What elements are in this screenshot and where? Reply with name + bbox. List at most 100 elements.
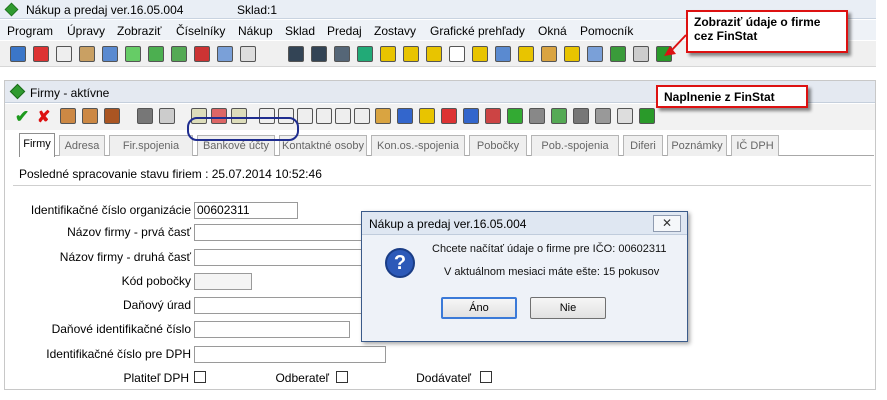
name2-field[interactable] [194, 249, 362, 266]
link-icon[interactable] [507, 108, 523, 124]
dic-field[interactable] [194, 321, 350, 338]
menu-zobrazit[interactable]: Zobraziť [117, 24, 162, 38]
printer2-icon[interactable] [573, 108, 589, 124]
open-icon[interactable] [10, 46, 26, 62]
finstat-confirm-dialog: Nákup a predaj ver.16.05.004 ✕ ? Chcete … [361, 211, 688, 342]
mail-icon[interactable] [56, 46, 72, 62]
menu-predaj[interactable]: Predaj [327, 24, 362, 38]
menu-pomocnik[interactable]: Pomocník [580, 24, 633, 38]
tab-diferi[interactable]: Diferi [623, 135, 663, 156]
tab-poznamky[interactable]: Poznámky [667, 135, 727, 156]
tab-kon-os-spojenia[interactable]: Kon.os.-spojenia [371, 135, 465, 156]
split-icon[interactable] [529, 108, 545, 124]
next-record-icon[interactable] [316, 108, 332, 124]
yes-button[interactable]: Áno [441, 297, 517, 319]
tab-fir-spojenia[interactable]: Fir.spojenia [109, 135, 193, 156]
note-icon[interactable] [419, 108, 435, 124]
ico-label: Identifikačné číslo organizácie [30, 203, 191, 217]
callout-finstat-fill-text: Naplnenie z FinStat [664, 90, 775, 104]
export2-icon[interactable] [426, 46, 442, 62]
customer-checkbox[interactable] [336, 371, 348, 383]
export-icon[interactable] [403, 46, 419, 62]
edit-icon[interactable] [633, 46, 649, 62]
menu-okna[interactable]: Okná [538, 24, 567, 38]
menu-program[interactable]: Program [7, 24, 53, 38]
folder-icon[interactable] [472, 46, 488, 62]
ico-field[interactable]: 00602311 [194, 202, 298, 219]
icdph-field[interactable] [194, 346, 386, 363]
confirm-icon[interactable]: ✔ [15, 107, 29, 127]
globe-icon[interactable] [148, 46, 164, 62]
list-icon[interactable] [311, 46, 327, 62]
building-icon[interactable] [587, 46, 603, 62]
calculator-icon[interactable] [217, 46, 233, 62]
question-icon: ? [385, 248, 415, 278]
tab-adresa[interactable]: Adresa [59, 135, 105, 156]
house-icon[interactable] [541, 46, 557, 62]
lightbulb-icon[interactable] [564, 46, 580, 62]
contacts-icon[interactable] [79, 46, 95, 62]
store-indicator: Sklad:1 [237, 3, 278, 17]
menu-ciselniky[interactable]: Číselníky [176, 24, 225, 38]
icdph-label: Identifikačné číslo pre DPH [46, 347, 191, 361]
menu-zostavy[interactable]: Zostavy [374, 24, 416, 38]
report-icon[interactable] [357, 46, 373, 62]
lock-icon[interactable] [33, 46, 49, 62]
dialog-close-icon[interactable]: ✕ [653, 215, 681, 232]
app-logo-icon [4, 2, 19, 17]
finstat-fill-icon[interactable] [639, 108, 655, 124]
settings-icon[interactable] [240, 46, 256, 62]
callout-finstat-fill: Naplnenie z FinStat [656, 85, 808, 108]
cancel-icon[interactable]: ✘ [37, 107, 50, 127]
menu-upravy[interactable]: Úpravy [67, 24, 105, 38]
tab-firmy[interactable]: Firmy [19, 133, 55, 157]
supplier-checkbox[interactable] [480, 371, 492, 383]
scan-icon[interactable] [595, 108, 611, 124]
name1-field[interactable] [194, 224, 362, 241]
shield-icon[interactable] [397, 108, 413, 124]
copy-icon[interactable] [60, 108, 76, 124]
tag-icon[interactable] [375, 108, 391, 124]
menu-sklad[interactable]: Sklad [285, 24, 315, 38]
record-tabs: Firmy Adresa Fir.spojenia Bankové účty K… [19, 133, 874, 157]
edit-note-icon[interactable] [617, 108, 633, 124]
dialog-titlebar: Nákup a predaj ver.16.05.004 ✕ [362, 212, 687, 235]
vat-payer-label: Platiteľ DPH [123, 371, 189, 385]
calendar-icon[interactable] [82, 108, 98, 124]
relation-icon[interactable] [485, 108, 501, 124]
tab-pobocky[interactable]: Pobočky [469, 135, 527, 156]
status-line: Posledné spracovanie stavu firiem : 25.0… [19, 167, 322, 181]
book-icon[interactable] [171, 46, 187, 62]
building2-icon[interactable] [610, 46, 626, 62]
tab-ic-dph[interactable]: IČ DPH [731, 135, 779, 156]
menu-graficke[interactable]: Grafické prehľady [430, 24, 525, 38]
last-record-icon[interactable] [354, 108, 370, 124]
preview-icon[interactable] [159, 108, 175, 124]
page-icon[interactable] [449, 46, 465, 62]
status-divider [13, 185, 871, 186]
home2-icon[interactable] [463, 108, 479, 124]
chart-icon[interactable] [495, 46, 511, 62]
table-icon[interactable] [125, 46, 141, 62]
card-icon[interactable] [334, 46, 350, 62]
web-icon[interactable] [551, 108, 567, 124]
tools-icon[interactable] [194, 46, 210, 62]
dialog-message-line2: V aktuálnom mesiaci máte ešte: 15 pokuso… [444, 266, 660, 278]
finstat-show-icon[interactable] [656, 46, 672, 62]
branch-field[interactable] [194, 273, 252, 290]
next-page-icon[interactable] [335, 108, 351, 124]
no-button[interactable]: Nie [530, 297, 606, 319]
grid-icon[interactable] [288, 46, 304, 62]
delete-icon[interactable] [104, 108, 120, 124]
open-folder-icon[interactable] [518, 46, 534, 62]
home-icon[interactable] [441, 108, 457, 124]
tax-office-field[interactable] [194, 297, 362, 314]
vat-payer-checkbox[interactable] [194, 371, 206, 383]
tab-pob-spojenia[interactable]: Pob.-spojenia [531, 135, 619, 156]
prev-record-icon[interactable] [297, 108, 313, 124]
import-icon[interactable] [380, 46, 396, 62]
menu-nakup[interactable]: Nákup [238, 24, 273, 38]
document-icon[interactable] [102, 46, 118, 62]
name2-label: Názov firmy - druhá časť [59, 250, 191, 264]
print-icon[interactable] [137, 108, 153, 124]
